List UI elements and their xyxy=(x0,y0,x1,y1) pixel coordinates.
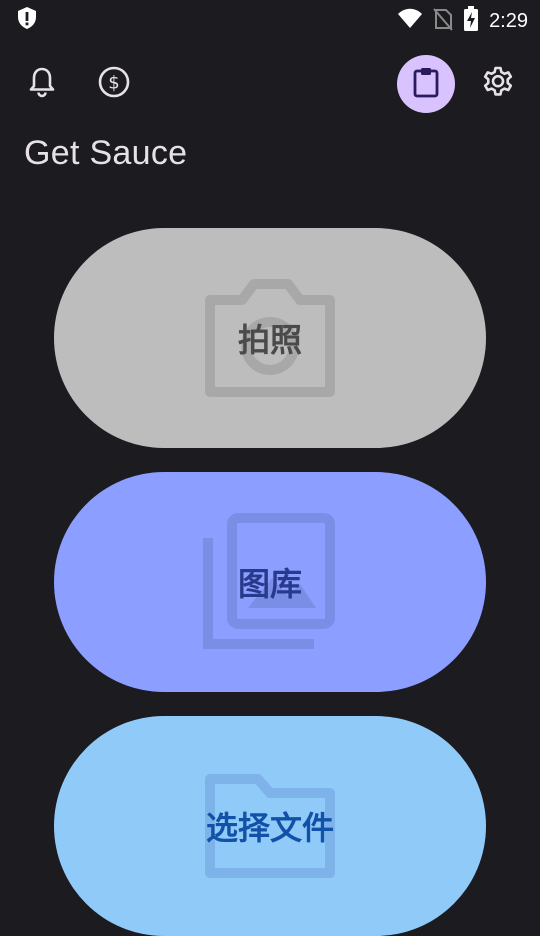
battery-charging-icon xyxy=(463,6,479,36)
settings-button[interactable] xyxy=(470,56,526,112)
status-bar: 2:29 xyxy=(0,0,540,36)
clipboard-icon xyxy=(411,66,441,102)
page-title: Get Sauce xyxy=(24,134,188,172)
camera-button[interactable]: 拍照 xyxy=(54,228,486,448)
camera-label: 拍照 xyxy=(237,321,302,359)
status-time: 2:29 xyxy=(489,9,528,32)
settings-gear-icon xyxy=(481,65,515,103)
gallery-label: 图库 xyxy=(237,565,302,603)
clipboard-button[interactable] xyxy=(397,55,455,113)
donate-button[interactable]: $ xyxy=(86,56,142,112)
svg-text:$: $ xyxy=(108,73,119,94)
gallery-button[interactable]: 图库 xyxy=(54,472,486,692)
bell-icon xyxy=(27,66,57,102)
select-file-button[interactable]: 选择文件 xyxy=(54,716,486,936)
select-file-label: 选择文件 xyxy=(205,809,334,847)
shield-alert-icon xyxy=(16,6,38,34)
no-sim-icon xyxy=(433,7,453,35)
notifications-button[interactable] xyxy=(14,56,70,112)
dollar-coin-icon: $ xyxy=(97,65,131,103)
wifi-icon xyxy=(397,8,423,34)
